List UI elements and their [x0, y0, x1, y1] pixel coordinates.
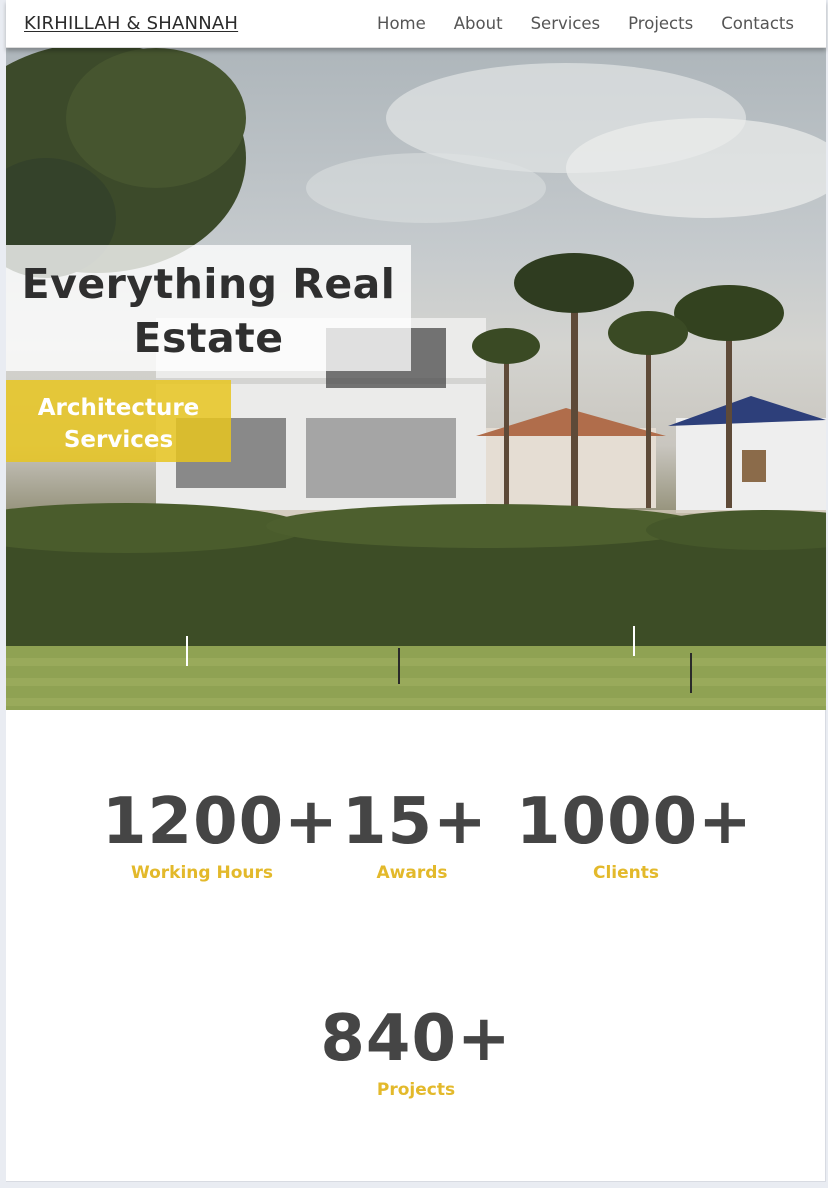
hero-title-box: Everything Real Estate — [6, 245, 411, 371]
hero-subtitle-line1: Architecture — [37, 395, 200, 421]
stat-label: Clients — [592, 863, 659, 883]
stat-label: Working Hours — [130, 863, 274, 883]
stat-label: Awards — [376, 863, 448, 883]
stat-number: 1200+ — [102, 785, 339, 859]
stat-number: 1000+ — [516, 785, 753, 859]
brand-logo-link[interactable]: KIRHILLAH & SHANNAH — [24, 13, 238, 34]
hero-subtitle-line2: Services — [63, 427, 174, 453]
hero-title-line2: Estate — [133, 314, 284, 362]
hero-section: Everything Real Estate Architecture Serv… — [6, 48, 826, 710]
page: KIRHILLAH & SHANNAH Home About Services … — [6, 0, 826, 1182]
stat-label: Projects — [376, 1080, 456, 1100]
stat-awards: 15+ Awards — [342, 785, 488, 883]
hero-subtitle-box: Architecture Services — [6, 380, 231, 462]
hero-background-image — [6, 48, 826, 710]
nav-link-about[interactable]: About — [454, 14, 503, 33]
stat-projects: 840+ Projects — [316, 1004, 516, 1100]
stat-clients: 1000+ Clients — [516, 785, 753, 883]
nav-link-contacts[interactable]: Contacts — [721, 14, 794, 33]
stat-number: 15+ — [342, 785, 488, 859]
nav-link-services[interactable]: Services — [531, 14, 601, 33]
navbar: KIRHILLAH & SHANNAH Home About Services … — [6, 0, 826, 48]
hero-title-line1: Everything Real — [21, 260, 396, 308]
nav-link-projects[interactable]: Projects — [628, 14, 693, 33]
nav-link-home[interactable]: Home — [377, 14, 426, 33]
nav-links: Home About Services Projects Contacts — [377, 14, 794, 33]
stat-number: 840+ — [320, 1002, 512, 1076]
stat-working-hours: 1200+ Working Hours — [102, 785, 339, 883]
